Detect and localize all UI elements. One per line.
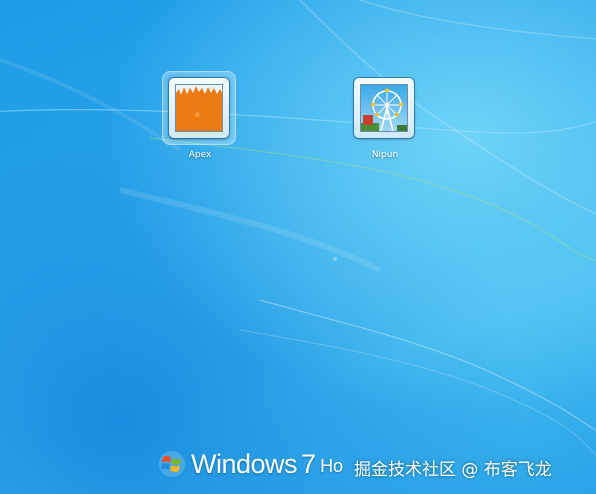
windows-version: 7 bbox=[301, 448, 317, 479]
user-tile-nipun[interactable]: Nipun bbox=[340, 70, 430, 180]
user-name-label: Nipun bbox=[371, 150, 399, 160]
watermark-text: 掘金技术社区 @ 布客飞龙 bbox=[354, 460, 552, 480]
windows-edition: Ho bbox=[320, 455, 344, 476]
logon-screen: Apex Nipun Windows 7 Ho 掘金技术社区 @ 布客飞龙 bbox=[0, 0, 596, 494]
decorative-dot bbox=[333, 257, 337, 261]
background-swirl bbox=[0, 0, 596, 456]
windows-wordmark: Windows bbox=[191, 448, 298, 479]
windows-branding: Windows 7 Ho bbox=[158, 444, 343, 484]
ferris-wheel-picture bbox=[360, 84, 408, 132]
user-tile-apex[interactable]: Apex bbox=[155, 70, 245, 180]
orange-flames-picture bbox=[175, 84, 223, 132]
user-picture-frame bbox=[354, 78, 414, 138]
user-picture-frame bbox=[169, 78, 229, 138]
user-name-label: Apex bbox=[188, 150, 212, 160]
windows-flag-logo-icon bbox=[159, 451, 185, 477]
